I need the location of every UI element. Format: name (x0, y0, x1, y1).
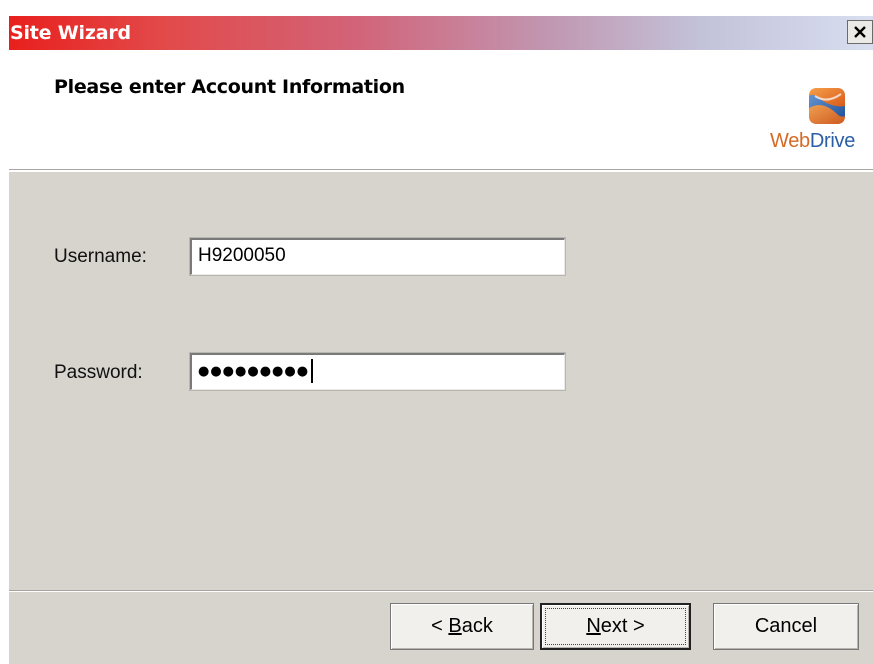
site-wizard-dialog: Site Wizard Please enter Account Informa… (9, 16, 873, 664)
close-icon (854, 26, 866, 38)
webdrive-logo: WebDrive (767, 78, 873, 158)
text-caret (311, 359, 314, 383)
password-label: Password: (54, 362, 143, 383)
password-field[interactable]: ●●●●●●●●● (189, 352, 566, 391)
next-button[interactable]: Next > (540, 603, 691, 650)
title-bar: Site Wizard (9, 16, 873, 50)
username-field[interactable]: H9200050 (189, 237, 566, 276)
wizard-header: Please enter Account Information WebDriv… (9, 50, 873, 172)
logo-wordmark: WebDrive (770, 130, 856, 152)
password-mask: ●●●●●●●●● (198, 363, 310, 379)
webdrive-logo-icon (809, 88, 845, 124)
close-button[interactable] (847, 20, 873, 44)
footer-divider (9, 590, 873, 592)
window-title: Site Wizard (10, 22, 131, 44)
back-button[interactable]: < Back (390, 603, 534, 650)
username-label: Username: (54, 246, 147, 267)
cancel-button[interactable]: Cancel (713, 603, 859, 650)
username-value: H9200050 (198, 245, 286, 266)
page-title: Please enter Account Information (54, 76, 405, 98)
